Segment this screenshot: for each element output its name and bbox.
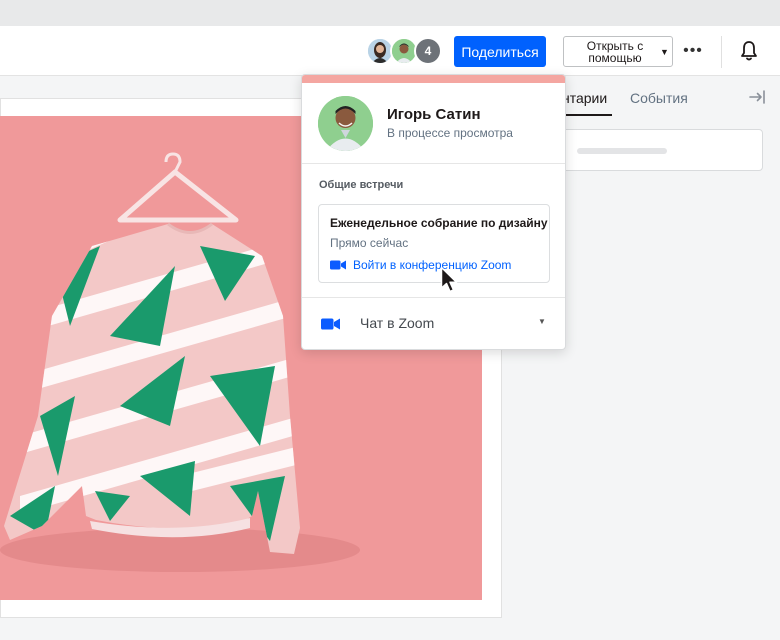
comment-input[interactable] [562,129,763,171]
chevron-down-icon: ▼ [660,46,669,57]
join-zoom-label: Войти в конференцию Zoom [353,258,512,272]
active-tab-indicator [562,114,612,116]
avatar-woman-icon [368,39,392,63]
zoom-chat-row[interactable]: Чат в Zoom ▼ [302,298,565,349]
bell-icon [741,41,757,61]
avatar-man-icon [318,96,373,151]
chevron-down-icon[interactable]: ▼ [538,317,546,326]
zoom-video-icon [330,260,346,270]
meeting-card: Еженедельное собрание по дизайну Прямо с… [318,204,550,283]
user-popover: Игорь Сатин В процессе просмотра Общие в… [301,74,566,350]
placeholder-bar [577,148,667,154]
top-bar: 4 Поделиться Открыть с помощью ▼ ••• [0,26,780,76]
open-with-label: Открыть с помощью [586,38,644,65]
mouse-cursor-icon [440,266,458,293]
collapse-panel-icon [749,90,765,104]
avatar [318,96,373,151]
collapse-panel-button[interactable] [748,88,766,106]
avatar-man-icon [392,39,416,63]
zoom-video-icon [321,318,340,330]
meeting-time: Прямо сейчас [330,236,409,250]
more-options-button[interactable]: ••• [682,38,704,64]
user-status: В процессе просмотра [387,126,513,140]
notifications-button[interactable] [737,39,761,63]
open-with-button[interactable]: Открыть с помощью ▼ [563,36,673,67]
share-button[interactable]: Поделиться [454,36,546,67]
avatar-overflow-count[interactable]: 4 [414,37,442,65]
divider [302,163,565,164]
user-name: Игорь Сатин [387,106,481,123]
tab-activity[interactable]: События [630,90,688,106]
popover-accent-bar [302,75,565,83]
join-zoom-link[interactable]: Войти в конференцию Zoom [330,257,511,273]
mouse-cursor-icon [440,266,458,294]
meeting-title: Еженедельное собрание по дизайну [330,216,548,230]
divider [721,36,722,68]
section-title: Общие встречи [319,179,404,191]
zoom-chat-label: Чат в Zoom [360,315,435,331]
tab-comments[interactable]: нтарии [562,90,612,106]
